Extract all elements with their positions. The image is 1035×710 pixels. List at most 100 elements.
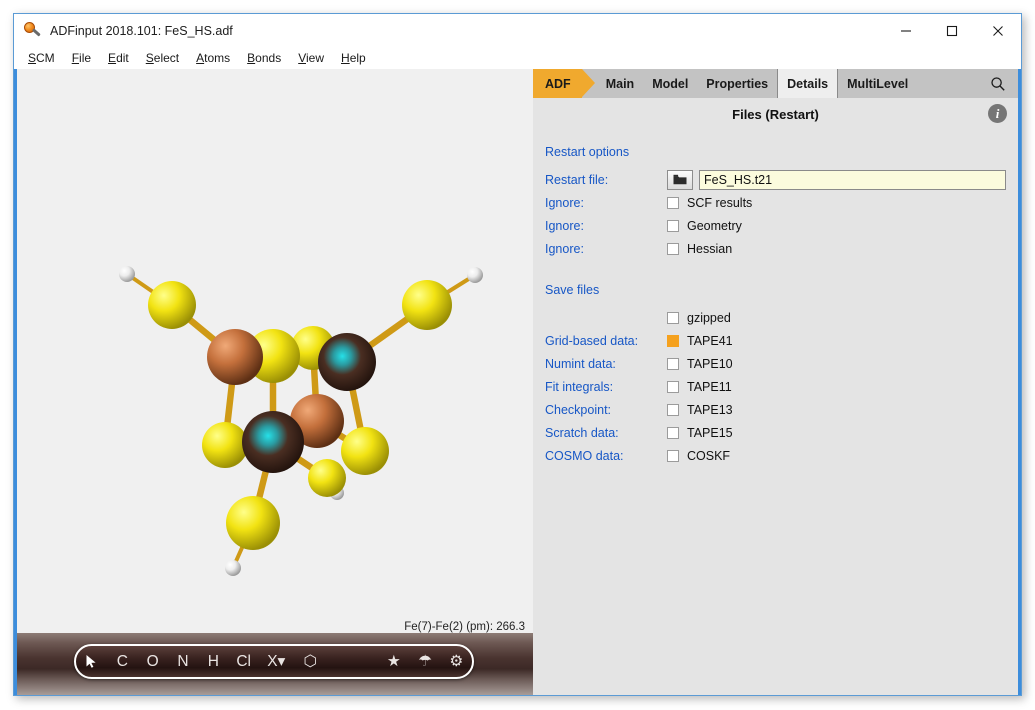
save-tape15-checkbox[interactable] (667, 426, 679, 439)
atom-fe[interactable] (207, 329, 263, 385)
atom-fe[interactable] (242, 411, 304, 473)
atom-s[interactable] (202, 422, 248, 468)
element-o-tool[interactable]: O (138, 647, 168, 677)
menu-item-bonds[interactable]: Bonds (247, 51, 281, 65)
ignore-geometry-checkbox[interactable] (667, 219, 679, 232)
menu-item-file[interactable]: File (72, 51, 91, 65)
element-n-tool[interactable]: N (168, 647, 198, 677)
menu-item-edit[interactable]: Edit (108, 51, 129, 65)
atom-s[interactable] (402, 280, 452, 330)
restart-file-label: Restart file: (545, 172, 609, 187)
tab-model[interactable]: Model (643, 69, 698, 98)
window-controls (883, 14, 1021, 47)
atom-fe[interactable] (318, 333, 376, 391)
atom-h[interactable] (119, 266, 135, 282)
atom-s[interactable] (148, 281, 196, 329)
atom-h[interactable] (467, 267, 483, 283)
application-window: ADFinput 2018.101: FeS_HS.adf SCM File Edi… (13, 13, 1022, 696)
save-coskf-checkbox[interactable] (667, 449, 679, 462)
save-coskf-control[interactable]: COSKF (667, 449, 1018, 463)
info-icon[interactable]: i (988, 104, 1007, 123)
save-tape13-option-label: TAPE13 (687, 402, 733, 417)
screenshot-root: ADFinput 2018.101: FeS_HS.adf SCM File Edi… (0, 0, 1035, 710)
save-tape10-checkbox[interactable] (667, 357, 679, 370)
save-tape13-label: Checkpoint: (545, 402, 612, 417)
tab-main[interactable]: Main (596, 69, 644, 98)
tab-bar-spacer (917, 69, 978, 98)
ignore-scf-results-label: Ignore: (545, 195, 584, 210)
atom-s[interactable] (341, 427, 389, 475)
element-other-dropdown[interactable]: X▾ (259, 647, 294, 677)
element-h-tool[interactable]: H (198, 647, 228, 677)
menu-item-view[interactable]: View (298, 51, 324, 65)
save-gzipped-row: gzipped (533, 306, 1018, 329)
tab-multilevel[interactable]: MultiLevel (838, 69, 918, 98)
favorites-star-tool[interactable]: ★ (378, 647, 409, 677)
benzene-ring-tool[interactable]: ⬡ (294, 647, 327, 677)
atom-s[interactable] (226, 496, 280, 550)
maximize-icon[interactable] (929, 14, 975, 47)
molecule-viewer[interactable]: Fe(7)-Fe(2) (pm): 266.3 C O N H Cl X▾ ⬡ ★ ☂ ⚙ (14, 69, 533, 695)
tab-properties[interactable]: Properties (697, 69, 778, 98)
atom-h[interactable] (225, 560, 241, 576)
save-tape15-option-label: TAPE15 (687, 425, 733, 440)
tab-bar: ADF Main Model Properties Details MultiLevel (533, 69, 1018, 98)
save-tape15-row: Scratch data: TAPE15 (533, 421, 1018, 444)
save-gzipped-checkbox[interactable] (667, 311, 679, 324)
molecule-render[interactable] (17, 69, 533, 629)
save-tape41-option-label: TAPE41 (687, 333, 733, 348)
ignore-scf-results-option-label: SCF results (687, 195, 753, 210)
page-title: Files (Restart) (732, 107, 819, 122)
magnifier-app-icon (24, 22, 41, 39)
restart-file-row: Restart file: FeS_HS.t21 (533, 168, 1018, 191)
element-cl-tool[interactable]: Cl (228, 647, 258, 677)
select-cursor-tool[interactable] (76, 647, 107, 677)
menu-item-atoms[interactable]: Atoms (196, 51, 230, 65)
options-panel: ADF Main Model Properties Details MultiLevel … (533, 69, 1021, 695)
save-tape11-row: Fit integrals: TAPE11 (533, 375, 1018, 398)
save-tape10-option-label: TAPE10 (687, 356, 733, 371)
folder-icon[interactable] (667, 169, 693, 190)
save-tape41-checkbox[interactable] (667, 334, 679, 347)
search-icon[interactable] (978, 69, 1018, 98)
minimize-icon[interactable] (883, 14, 929, 47)
tab-adf[interactable]: ADF (533, 69, 595, 98)
save-tape41-control[interactable]: TAPE41 (667, 334, 1018, 348)
builder-toolbar: C O N H Cl X▾ ⬡ ★ ☂ ⚙ (74, 644, 474, 679)
close-icon[interactable] (975, 14, 1021, 47)
save-tape15-control[interactable]: TAPE15 (667, 426, 1018, 440)
save-tape11-checkbox[interactable] (667, 380, 679, 393)
builder-toolbar-strip: C O N H Cl X▾ ⬡ ★ ☂ ⚙ (17, 633, 533, 695)
save-gzipped-control[interactable]: gzipped (667, 311, 1018, 325)
menu-item-help[interactable]: Help (341, 51, 366, 65)
main-body: Fe(7)-Fe(2) (pm): 266.3 C O N H Cl X▾ ⬡ ★ ☂ ⚙ ADF… (14, 69, 1021, 695)
tab-details[interactable]: Details (777, 69, 839, 98)
ignore-scf-results-control[interactable]: SCF results (667, 196, 1018, 210)
save-tape11-control[interactable]: TAPE11 (667, 380, 1018, 394)
save-coskf-label: COSMO data: (545, 448, 624, 463)
ignore-hessian-checkbox[interactable] (667, 242, 679, 255)
distance-readout: Fe(7)-Fe(2) (pm): 266.3 (404, 621, 525, 633)
save-tape11-option-label: TAPE11 (687, 379, 732, 394)
save-tape13-control[interactable]: TAPE13 (667, 403, 1018, 417)
ignore-geometry-control[interactable]: Geometry (667, 219, 1018, 233)
ignore-geometry-row: Ignore: Geometry (533, 214, 1018, 237)
save-tape41-label: Grid-based data: (545, 333, 639, 348)
restart-file-input[interactable]: FeS_HS.t21 (699, 169, 1006, 190)
save-tape10-label: Numint data: (545, 356, 616, 371)
save-coskf-option-label: COSKF (687, 448, 731, 463)
atom-s[interactable] (308, 459, 346, 497)
ignore-geometry-label: Ignore: (545, 218, 584, 233)
ignore-scf-results-checkbox[interactable] (667, 196, 679, 209)
menu-item-scm[interactable]: SCM (28, 51, 55, 65)
ignore-hessian-control[interactable]: Hessian (667, 242, 1018, 256)
menu-item-select[interactable]: Select (146, 51, 179, 65)
save-tape10-control[interactable]: TAPE10 (667, 357, 1018, 371)
element-c-tool[interactable]: C (107, 647, 137, 677)
restart-form: Restart options Restart file: FeS_HS.t21… (533, 131, 1018, 467)
search-pin-tool[interactable]: ☂ (409, 647, 440, 677)
preferences-gear-tool[interactable]: ⚙ (441, 647, 472, 677)
save-tape13-checkbox[interactable] (667, 403, 679, 416)
save-gzipped-option-label: gzipped (687, 310, 731, 325)
save-tape11-label: Fit integrals: (545, 379, 614, 394)
